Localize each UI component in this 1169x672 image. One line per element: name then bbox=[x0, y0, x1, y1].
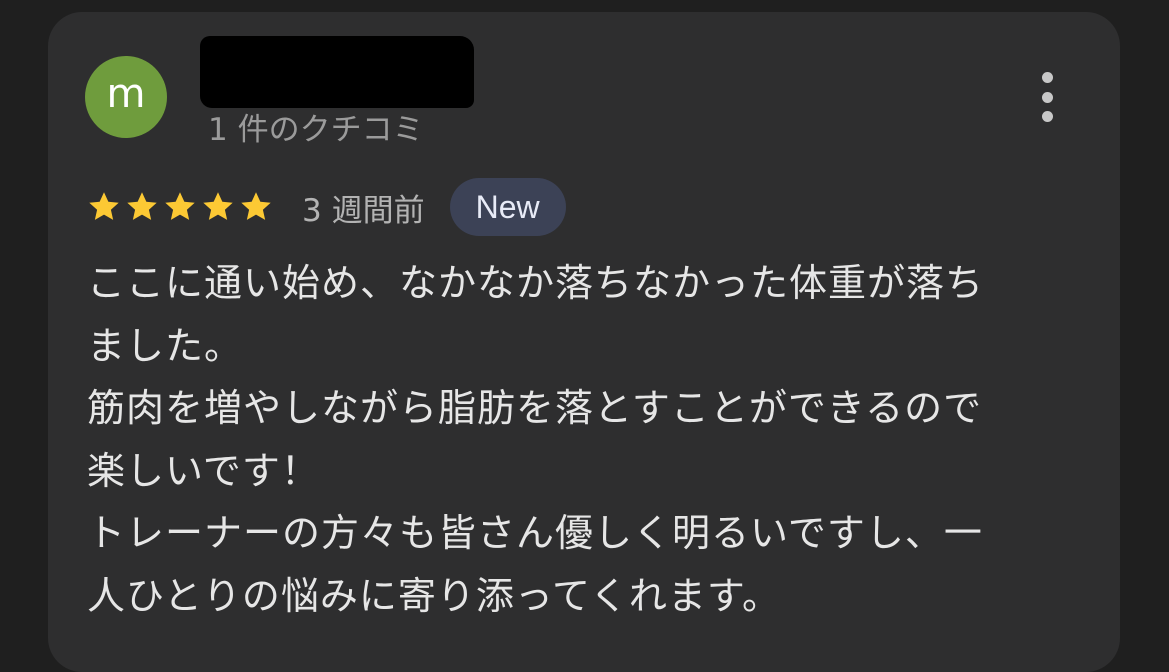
star-icon bbox=[241, 192, 271, 220]
review-text-line: ここに通い始め、なかなか落ちなかった体重が落ち bbox=[87, 261, 985, 305]
star-rating bbox=[86, 189, 274, 225]
star-icon bbox=[203, 192, 233, 220]
review-text-line: トレーナーの方々も皆さん優しく明るいですし、一 bbox=[87, 511, 983, 555]
review-count: 1 件のクチコミ bbox=[208, 112, 424, 148]
more-options-icon[interactable] bbox=[1031, 70, 1063, 124]
review-card: m 1 件のクチコミ 3 週間前 New ここに通い始め、なかなか落ちなかった体… bbox=[48, 12, 1120, 672]
review-text-line: 筋肉を増やしながら脂肪を落とすことができるので bbox=[87, 386, 983, 430]
review-text-line: 楽しいです！ bbox=[87, 448, 320, 493]
avatar[interactable]: m bbox=[85, 56, 167, 138]
new-badge: New bbox=[449, 178, 566, 236]
review-text: ここに通い始め、なかなか落ちなかった体重が落ち ました。筋肉を増やしながら脂肪を落… bbox=[87, 252, 1097, 627]
review-text-line: 人ひとりの悩みに寄り添ってくれます。 bbox=[87, 573, 782, 618]
review-text-line: ました。 bbox=[87, 323, 244, 368]
review-time: 3 週間前 bbox=[302, 192, 425, 229]
rating-row: 3 週間前 New bbox=[86, 178, 566, 236]
author-name-redacted[interactable] bbox=[200, 36, 474, 108]
star-icon bbox=[89, 192, 119, 220]
star-icon bbox=[127, 192, 157, 220]
star-icon bbox=[165, 192, 195, 220]
